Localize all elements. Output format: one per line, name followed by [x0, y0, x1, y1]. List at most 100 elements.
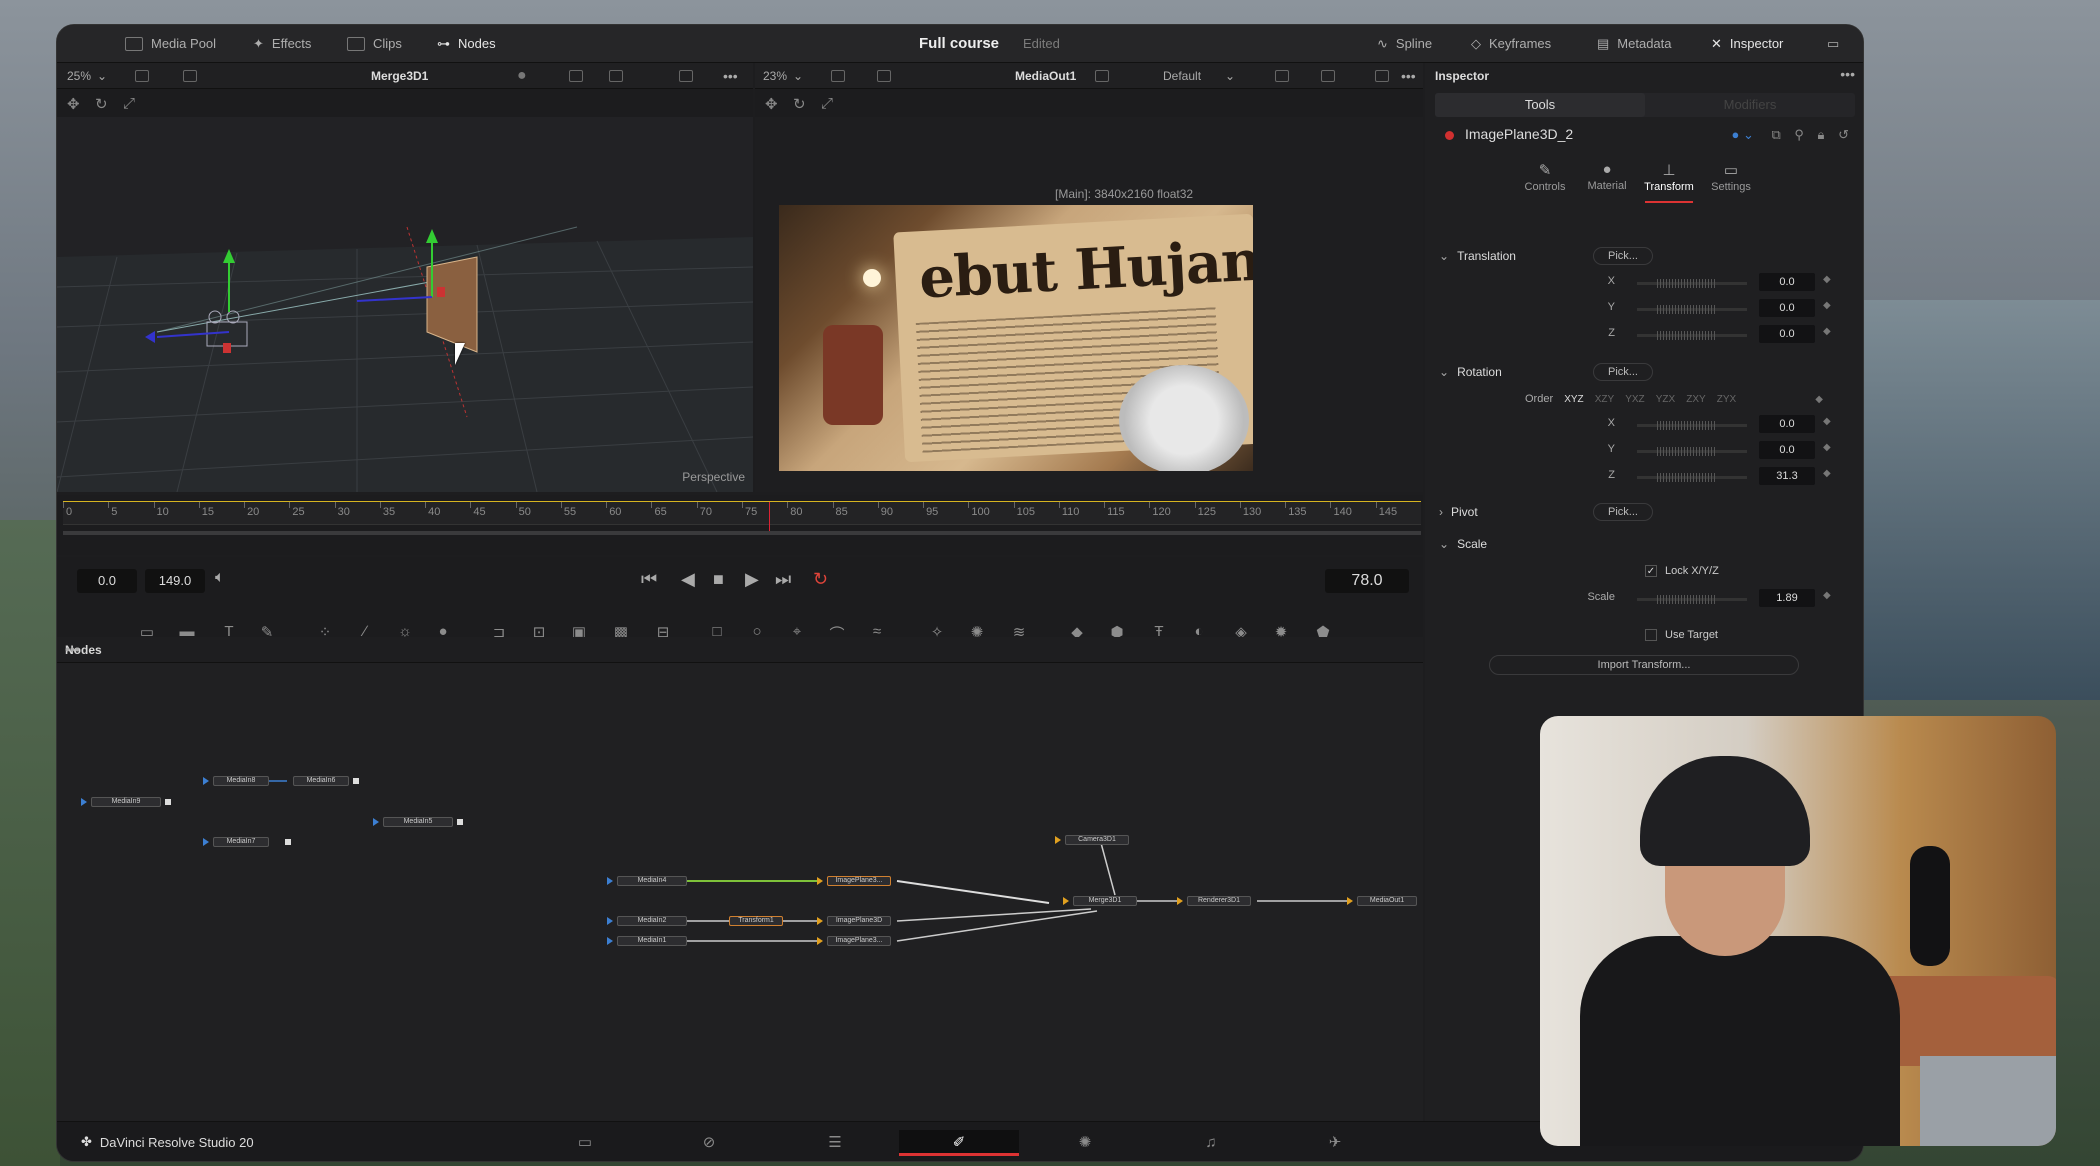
node-mediain7[interactable]: MediaIn7	[213, 837, 269, 847]
node-merge3d1[interactable]: Merge3D1	[1073, 896, 1137, 906]
effects-button[interactable]: ✦ Effects	[253, 25, 311, 63]
lock-xyz-checkbox[interactable]: ✓ Lock X/Y/Z	[1645, 565, 1719, 578]
translation-y-slider[interactable]	[1637, 305, 1747, 314]
keyframe-icon[interactable]: ◆	[1823, 300, 1831, 311]
lock-icon[interactable]: 🔒︎	[1818, 127, 1825, 142]
play-icon[interactable]: ▶	[745, 569, 759, 590]
output-viewer[interactable]: [Main]: 3840x2160 float32 ebut Hujan P	[755, 117, 1423, 492]
fairlight-page-icon[interactable]: ♫	[1151, 1130, 1271, 1156]
node-editor[interactable]: MediaIn9 MediaIn8 MediaIn6 MediaIn5 Medi…	[57, 663, 1423, 1121]
start-frame-field[interactable]: 0.0	[77, 569, 137, 593]
translation-z-slider[interactable]	[1637, 331, 1747, 340]
clips-button[interactable]: Clips	[347, 25, 402, 63]
scale-field[interactable]: 1.89	[1759, 589, 1815, 607]
translation-x-field[interactable]: 0.0	[1759, 273, 1815, 291]
color-page-icon[interactable]: ✺	[1025, 1130, 1145, 1156]
rotate-icon[interactable]: ↻	[793, 95, 806, 113]
nodes-more-icon[interactable]: •••	[65, 641, 1413, 657]
order-zxy[interactable]: ZXY	[1686, 394, 1705, 405]
order-xyz[interactable]: XYZ	[1564, 394, 1583, 405]
keyframe-icon[interactable]: ◆	[1823, 326, 1831, 337]
go-to-end-icon[interactable]: ⏭︎	[775, 569, 791, 590]
play-reverse-icon[interactable]: ◀	[681, 569, 695, 590]
node-mediain1[interactable]: MediaIn1	[617, 936, 687, 946]
pin-icon[interactable]: ⚲	[1794, 127, 1804, 142]
deliver-page-icon[interactable]: ✈	[1275, 1130, 1395, 1156]
rotation-x-slider[interactable]	[1637, 421, 1747, 430]
node-imageplane3d-3[interactable]: ImagePlane3...	[827, 936, 891, 946]
media-page-icon[interactable]: ▭	[525, 1130, 645, 1156]
node-mediaout1[interactable]: MediaOut1	[1357, 896, 1417, 906]
rotate-icon[interactable]: ↻	[95, 95, 108, 113]
node-mediain4[interactable]: MediaIn4	[617, 876, 687, 886]
fusion-page-icon[interactable]: ✐	[899, 1130, 1019, 1156]
translation-pick-button[interactable]: Pick...	[1593, 247, 1653, 265]
volume-icon[interactable]: 🔈︎	[215, 569, 225, 587]
node-color-dot[interactable]	[1445, 131, 1454, 140]
view-mode-label[interactable]: Perspective	[682, 470, 745, 484]
edit-page-icon[interactable]: ☰	[775, 1130, 895, 1156]
media-pool-button[interactable]: Media Pool	[125, 25, 216, 63]
scale-icon[interactable]: ⤢	[123, 95, 135, 112]
subtab-material[interactable]: ● Material	[1577, 161, 1637, 192]
fullscreen-toggle[interactable]: ▭	[1827, 25, 1839, 63]
rotation-z-field[interactable]: 31.3	[1759, 467, 1815, 485]
metadata-button[interactable]: ▤ Metadata	[1597, 25, 1672, 63]
copy-icon[interactable]: ⧉	[1771, 127, 1780, 142]
sphere-icon[interactable]: ●	[517, 63, 527, 89]
node-renderer3d1[interactable]: Renderer3D1	[1187, 896, 1251, 906]
import-transform-button[interactable]: Import Transform...	[1489, 655, 1799, 675]
move-icon[interactable]: ✥	[765, 95, 778, 113]
right-viewer-more-icon[interactable]: •••	[1401, 63, 1416, 89]
node-mediain9[interactable]: MediaIn9	[91, 797, 161, 807]
spline-button[interactable]: ∿ Spline	[1377, 25, 1432, 63]
keyframe-icon[interactable]: ◆	[1815, 394, 1823, 405]
stop-icon[interactable]: ■	[713, 569, 724, 590]
pivot-section-header[interactable]: › Pivot	[1439, 505, 1478, 519]
rotation-y-slider[interactable]	[1637, 447, 1747, 456]
3d-perspective-viewer[interactable]: Perspective	[57, 117, 753, 492]
node-camera3d1[interactable]: Camera3D1	[1065, 835, 1129, 845]
node-mediain6[interactable]: MediaIn6	[293, 776, 349, 786]
loop-icon[interactable]: ↻	[813, 569, 828, 590]
pivot-pick-button[interactable]: Pick...	[1593, 503, 1653, 521]
scale-section-header[interactable]: ⌄ Scale	[1439, 537, 1487, 551]
playhead[interactable]	[769, 502, 771, 532]
timeline-scrubber[interactable]	[63, 531, 1421, 535]
node-imageplane3d-2[interactable]: ImagePlane3...	[827, 876, 891, 886]
left-viewer-more-icon[interactable]: •••	[723, 63, 738, 89]
inspector-button[interactable]: ✕ Inspector	[1711, 25, 1783, 63]
end-frame-field[interactable]: 149.0	[145, 569, 205, 593]
keyframe-icon[interactable]: ◆	[1823, 442, 1831, 453]
rotation-y-field[interactable]: 0.0	[1759, 441, 1815, 459]
order-xzy[interactable]: XZY	[1595, 394, 1614, 405]
node-transform1[interactable]: Transform1	[729, 916, 783, 926]
keyframe-icon[interactable]: ◆	[1823, 468, 1831, 479]
order-yxz[interactable]: YXZ	[1625, 394, 1644, 405]
tab-tools[interactable]: Tools	[1435, 93, 1645, 117]
scale-slider[interactable]	[1637, 595, 1747, 604]
lut-select[interactable]: Default	[1163, 63, 1201, 89]
subtab-settings[interactable]: ▭ Settings	[1701, 161, 1761, 193]
use-target-checkbox[interactable]: Use Target	[1645, 629, 1718, 642]
rotation-z-slider[interactable]	[1637, 473, 1747, 482]
right-viewer-zoom[interactable]: 23%	[763, 63, 787, 89]
subtab-transform[interactable]: ⊥ Transform	[1639, 161, 1699, 203]
translation-y-field[interactable]: 0.0	[1759, 299, 1815, 317]
keyframe-icon[interactable]: ◆	[1823, 416, 1831, 427]
timeline-ruler[interactable]: 0 5 10 15 20 25 30 35 40 45 50 55 60 65 70 75 80 85 90 95 10…	[63, 501, 1421, 532]
node-mediain5[interactable]: MediaIn5	[383, 817, 453, 827]
rotation-x-field[interactable]: 0.0	[1759, 415, 1815, 433]
keyframe-icon[interactable]: ◆	[1823, 590, 1831, 601]
node-mediain2[interactable]: MediaIn2	[617, 916, 687, 926]
rotation-pick-button[interactable]: Pick...	[1593, 363, 1653, 381]
keyframe-icon[interactable]: ◆	[1823, 274, 1831, 285]
translation-z-field[interactable]: 0.0	[1759, 325, 1815, 343]
tab-modifiers[interactable]: Modifiers	[1645, 93, 1855, 117]
translation-x-slider[interactable]	[1637, 279, 1747, 288]
node-imageplane3d[interactable]: ImagePlane3D	[827, 916, 891, 926]
rotation-section-header[interactable]: ⌄ Rotation	[1439, 365, 1502, 379]
left-viewer-zoom[interactable]: 25%	[67, 63, 91, 89]
scale-icon[interactable]: ⤢	[821, 95, 833, 112]
keyframes-button[interactable]: ◇ Keyframes	[1471, 25, 1551, 63]
